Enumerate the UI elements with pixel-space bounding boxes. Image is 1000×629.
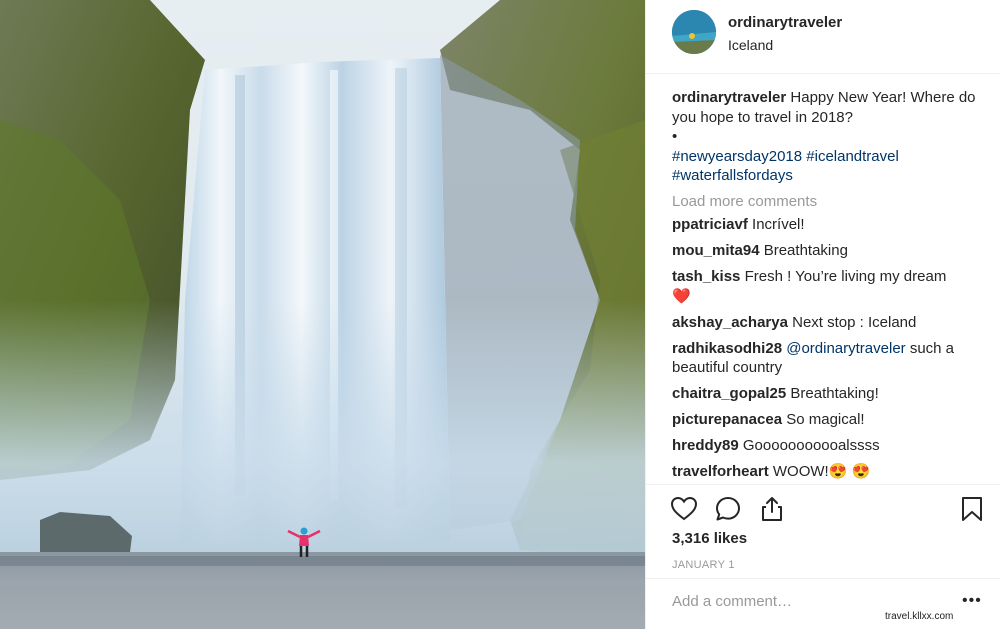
caption-bullet: • [672, 128, 678, 145]
post-header: ordinarytraveler Iceland [646, 0, 1000, 74]
comment-item: picturepanacea So magical! [672, 410, 992, 430]
comment-text: So magical! [786, 411, 865, 428]
action-bar [646, 484, 1000, 534]
comment-text: Gooooooooooalssss [742, 437, 880, 454]
bookmark-icon[interactable] [958, 495, 986, 523]
comment-item: mou_mita94 Breathtaking [672, 241, 992, 261]
comment-username[interactable]: picturepanacea [672, 411, 782, 428]
waterfall-photo [0, 0, 645, 629]
comment-username[interactable]: akshay_acharya [672, 314, 788, 331]
heart-icon[interactable] [670, 495, 698, 523]
comment-username[interactable]: hreddy89 [672, 437, 739, 454]
comment-text: Breathtaking [763, 242, 848, 259]
comment-text: WOOW!😍 😍 [772, 463, 871, 480]
comment-username[interactable]: radhikasodhi28 [672, 340, 782, 357]
heart-emoji: ❤️ [672, 287, 691, 305]
comment-text: Breathtaking! [790, 385, 879, 402]
comment-mention[interactable]: @ordinarytraveler [786, 340, 905, 357]
hashtag-icelandtravel[interactable]: #icelandtravel [806, 148, 899, 165]
post-sidebar: ordinarytraveler Iceland ordinarytravele… [645, 0, 1000, 629]
more-options-button[interactable]: ••• [962, 592, 982, 610]
comment-username[interactable]: mou_mita94 [672, 242, 760, 259]
comment-item: ppatriciavf Incrível! [672, 215, 992, 235]
comment-item: travelforheart WOOW!😍 😍 [672, 462, 992, 482]
comment-username[interactable]: ppatriciavf [672, 216, 748, 233]
comment-username[interactable]: travelforheart [672, 463, 769, 480]
likes-count[interactable]: 3,316 likes [672, 530, 747, 547]
comment-item: chaitra_gopal25 Breathtaking! [672, 384, 992, 404]
avatar[interactable] [672, 10, 716, 54]
post-date: JANUARY 1 [672, 559, 735, 571]
header-username[interactable]: ordinarytraveler [728, 14, 842, 32]
comment-item: akshay_acharya Next stop : Iceland [672, 313, 992, 333]
comment-username[interactable]: tash_kiss [672, 268, 740, 285]
header-user-block: ordinarytraveler Iceland [728, 14, 842, 54]
comments-list[interactable]: ordinarytraveler Happy New Year! Where d… [672, 88, 992, 484]
avatar-image [672, 10, 716, 54]
comment-username[interactable]: chaitra_gopal25 [672, 385, 786, 402]
comment-bubble-icon[interactable] [714, 495, 742, 523]
comment-text: Next stop : Iceland [792, 313, 917, 331]
instagram-post-view: ordinarytraveler Iceland ordinarytravele… [0, 0, 1000, 629]
header-location[interactable]: Iceland [728, 36, 842, 54]
comment-text: Incrível! [752, 216, 805, 233]
load-more-comments-button[interactable]: Load more comments [672, 192, 992, 212]
caption: ordinarytraveler Happy New Year! Where d… [672, 88, 992, 186]
comment-text: Fresh ! You’re living my dream [744, 268, 947, 285]
hashtag-newyearsday2018[interactable]: #newyearsday2018 [672, 148, 802, 165]
hashtag-waterfallsfordays[interactable]: #waterfallsfordays [672, 167, 793, 184]
comment-item: tash_kiss Fresh ! You’re living my dream… [672, 267, 992, 306]
post-photo[interactable] [0, 0, 645, 629]
comment-item: hreddy89 Gooooooooooalssss [672, 436, 992, 456]
comment-item: radhikasodhi28 @ordinarytraveler such a … [672, 339, 992, 378]
watermark: travel.kllxx.com [885, 611, 954, 622]
caption-username[interactable]: ordinarytraveler [672, 89, 786, 106]
share-icon[interactable] [758, 495, 786, 523]
add-comment-input[interactable] [672, 593, 912, 610]
